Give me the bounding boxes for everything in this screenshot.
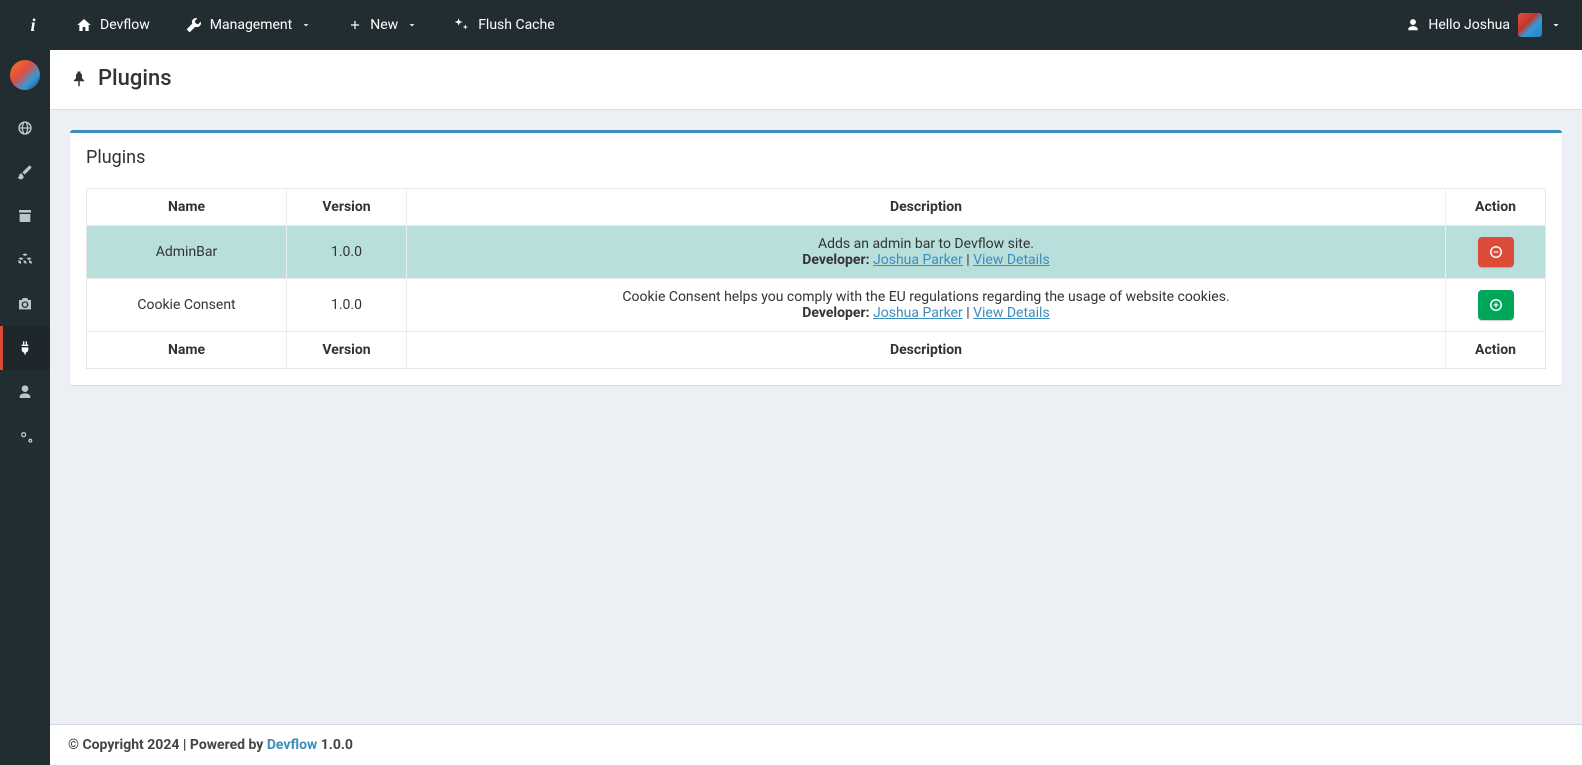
table-row: AdminBar1.0.0Adds an admin bar to Devflo… xyxy=(87,226,1546,279)
chevron-down-icon xyxy=(300,19,312,31)
cell-action xyxy=(1446,226,1546,279)
minus-circle-icon xyxy=(1489,245,1503,259)
table-row: Cookie Consent1.0.0 Cookie Consent helps … xyxy=(87,279,1546,332)
developer-label: Developer: xyxy=(802,305,869,321)
nav-flush-label: Flush Cache xyxy=(478,17,554,33)
user-menu[interactable]: Hello Joshua xyxy=(1400,0,1568,50)
cell-action xyxy=(1446,279,1546,332)
plugins-panel: Plugins Name Version Description Action … xyxy=(70,130,1562,385)
user-greeting: Hello Joshua xyxy=(1428,17,1510,33)
globe-icon xyxy=(17,120,33,136)
page-header: Plugins xyxy=(50,50,1582,110)
view-details-link[interactable]: View Details xyxy=(973,252,1050,268)
sidebar-item-modules[interactable] xyxy=(0,238,50,282)
developer-label: Developer: xyxy=(802,252,869,268)
sidebar-item-dashboard[interactable] xyxy=(0,106,50,150)
sidebar-item-content[interactable] xyxy=(0,194,50,238)
sidebar-item-appearance[interactable] xyxy=(0,150,50,194)
page-title: Plugins xyxy=(70,66,1562,91)
content: Plugins Name Version Description Action … xyxy=(50,110,1582,724)
plug-icon xyxy=(17,340,33,356)
home-icon xyxy=(76,17,92,33)
gears-icon xyxy=(17,428,33,444)
camera-icon xyxy=(17,296,33,312)
footer-brand-link[interactable]: Devflow xyxy=(267,737,317,753)
cell-version: 1.0.0 xyxy=(287,279,407,332)
tf-action: Action xyxy=(1446,332,1546,369)
nav-new[interactable]: New xyxy=(330,0,436,50)
th-description: Description xyxy=(407,189,1446,226)
cell-name: Cookie Consent xyxy=(87,279,287,332)
page-title-text: Plugins xyxy=(98,66,172,91)
cell-name: AdminBar xyxy=(87,226,287,279)
info-icon[interactable]: i xyxy=(8,0,58,50)
chevron-down-icon xyxy=(406,19,418,31)
chevron-down-icon xyxy=(1550,19,1562,31)
sidebar-item-settings[interactable] xyxy=(0,414,50,458)
developer-link[interactable]: Joshua Parker xyxy=(873,252,963,268)
person-icon xyxy=(17,384,33,400)
panel-body: Name Version Description Action AdminBar… xyxy=(70,178,1562,385)
sidebar xyxy=(0,50,50,765)
view-details-link[interactable]: View Details xyxy=(973,305,1050,321)
main: Plugins Plugins Name Version Description… xyxy=(50,50,1582,765)
top-navbar: i Devflow Management New Flush Cache Hel… xyxy=(0,0,1582,50)
footer-version: 1.0.0 xyxy=(321,737,353,753)
footer: © Copyright 2024 | Powered by Devflow 1.… xyxy=(50,724,1582,765)
deactivate-button[interactable] xyxy=(1478,237,1514,267)
th-name: Name xyxy=(87,189,287,226)
plugin-description-text: Cookie Consent helps you comply with the… xyxy=(419,289,1433,305)
sidebar-item-users[interactable] xyxy=(0,370,50,414)
brush-icon xyxy=(17,164,33,180)
nav-brand[interactable]: Devflow xyxy=(58,0,168,50)
nav-new-label: New xyxy=(370,17,398,33)
nav-flush-cache[interactable]: Flush Cache xyxy=(436,0,572,50)
tf-name: Name xyxy=(87,332,287,369)
activate-button[interactable] xyxy=(1478,290,1514,320)
sparkle-icon xyxy=(454,17,470,33)
person-icon xyxy=(1406,18,1420,32)
sidebar-avatar[interactable] xyxy=(10,60,40,90)
nav-brand-label: Devflow xyxy=(100,17,150,33)
nav-management[interactable]: Management xyxy=(168,0,330,50)
plugin-description-text: Adds an admin bar to Devflow site. xyxy=(419,236,1433,252)
cubes-icon xyxy=(17,252,33,268)
cell-description: Cookie Consent helps you comply with the… xyxy=(407,279,1446,332)
nav-management-label: Management xyxy=(210,17,292,33)
footer-copyright: © Copyright 2024 | Powered by xyxy=(68,737,267,753)
th-action: Action xyxy=(1446,189,1546,226)
plugins-table: Name Version Description Action AdminBar… xyxy=(86,188,1546,369)
archive-icon xyxy=(17,208,33,224)
cell-description: Adds an admin bar to Devflow site.Develo… xyxy=(407,226,1446,279)
wrench-icon xyxy=(186,17,202,33)
plus-circle-icon xyxy=(1489,298,1503,312)
sidebar-item-media[interactable] xyxy=(0,282,50,326)
navbar-right: Hello Joshua xyxy=(1400,0,1574,50)
developer-link[interactable]: Joshua Parker xyxy=(873,305,963,321)
plus-icon xyxy=(348,18,362,32)
pin-icon xyxy=(70,70,88,88)
avatar xyxy=(1518,13,1542,37)
panel-title: Plugins xyxy=(86,147,1546,168)
th-version: Version xyxy=(287,189,407,226)
sidebar-item-plugins[interactable] xyxy=(0,326,50,370)
tf-version: Version xyxy=(287,332,407,369)
navbar-left: i Devflow Management New Flush Cache xyxy=(8,0,573,50)
panel-header: Plugins xyxy=(70,133,1562,178)
tf-description: Description xyxy=(407,332,1446,369)
cell-version: 1.0.0 xyxy=(287,226,407,279)
